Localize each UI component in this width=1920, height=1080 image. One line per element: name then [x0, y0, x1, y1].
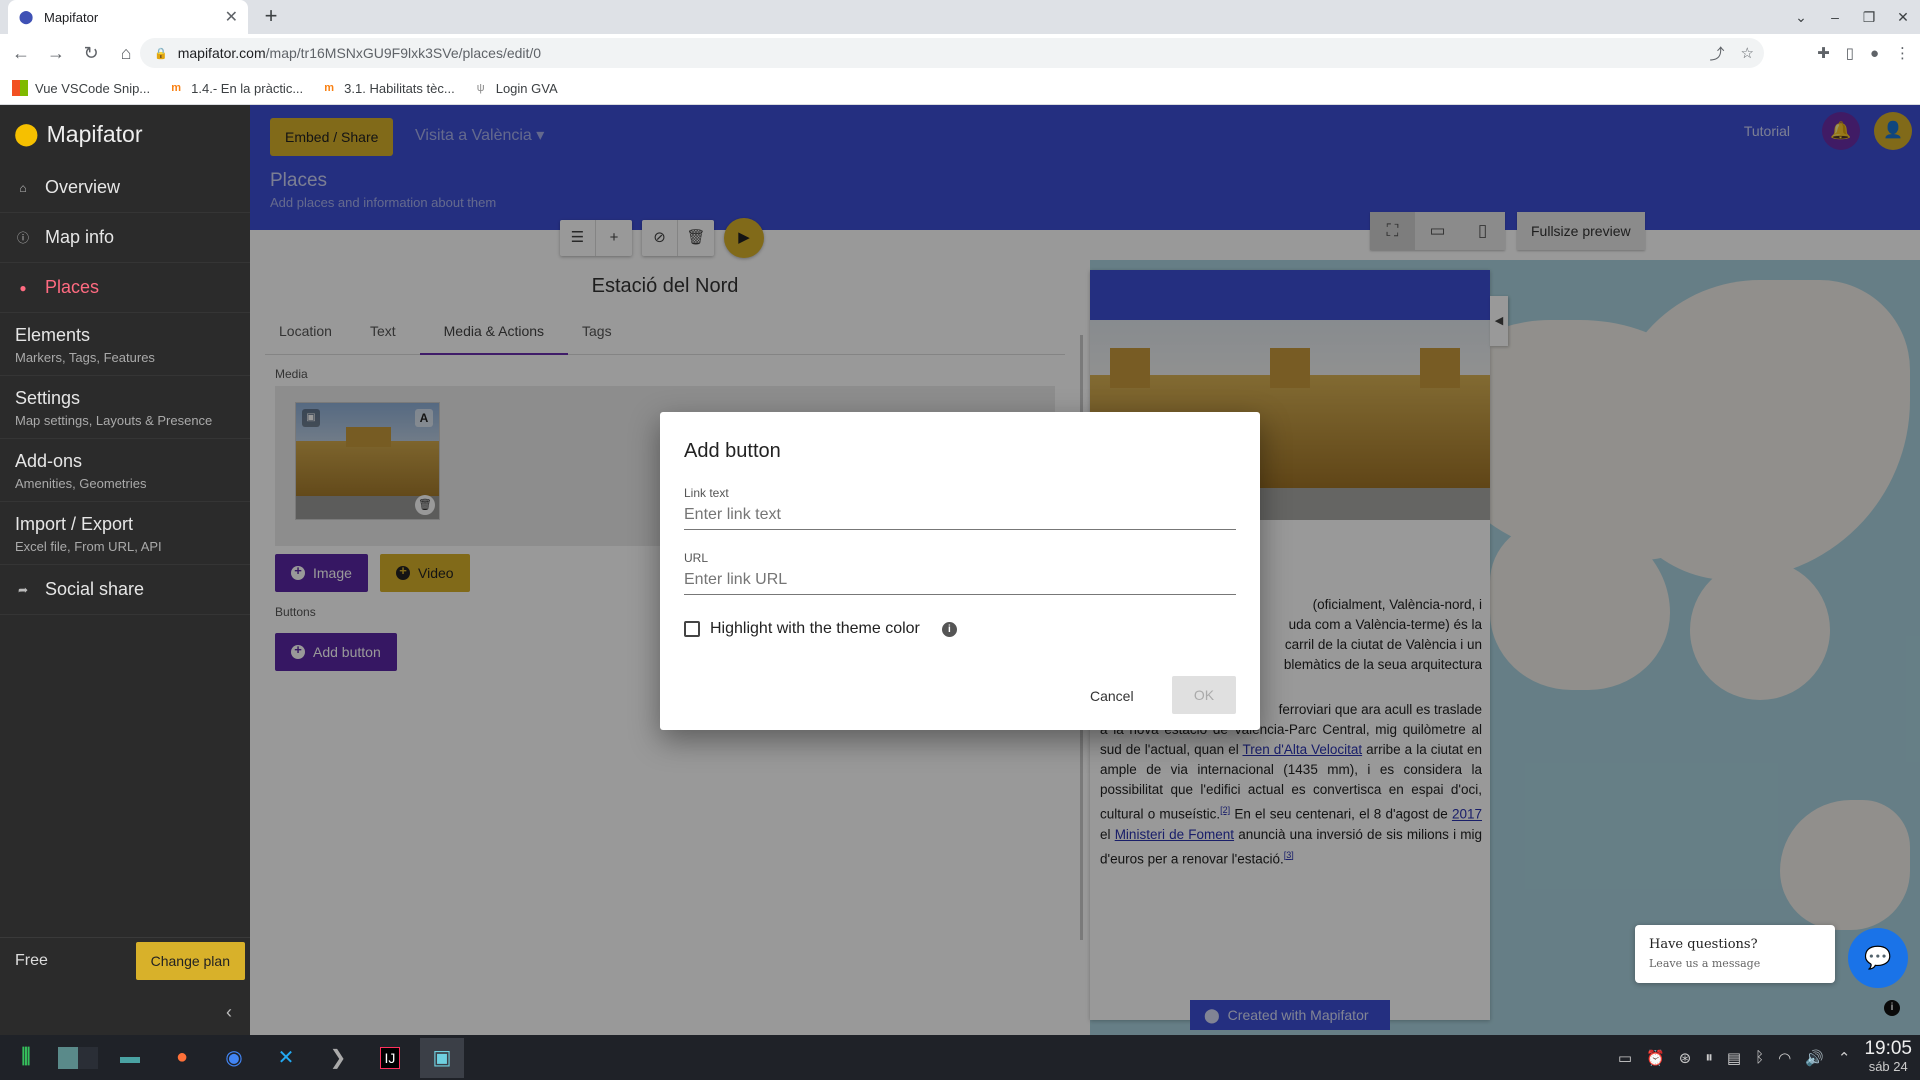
browser-toolbar: ← → ↻ ⌂ 🔒 mapifator.com/map/tr16MSNxGU9F… — [0, 34, 1920, 72]
sidebar-item-social-share[interactable]: ➦ Social share — [0, 565, 250, 615]
map-marker-icon: ● — [19, 280, 27, 295]
home-icon: ⌂ — [19, 180, 27, 195]
cancel-button[interactable]: Cancel — [1090, 688, 1134, 704]
sidebar-item-overview[interactable]: ⌂ Overview — [0, 163, 250, 213]
clipboard-icon[interactable]: ▤ — [1727, 1049, 1741, 1067]
sidebar-item-places[interactable]: ● Places — [0, 263, 250, 313]
bookmarks-bar: Vue VSCode Snip... m 1.4.- En la pràctic… — [0, 72, 1920, 105]
bluetooth-icon[interactable]: ᛒ — [1755, 1049, 1764, 1066]
link-text-field: Link text — [684, 486, 1236, 530]
moodle-icon: m — [324, 82, 335, 94]
address-bar[interactable]: 🔒 mapifator.com/map/tr16MSNxGU9F9lxk3SVe… — [140, 38, 1764, 68]
sidebar-item-elements[interactable]: Elements Markers, Tags, Features — [0, 313, 250, 376]
side-panel-icon[interactable]: ▯ — [1846, 44, 1854, 62]
terminal-icon[interactable]: ❯ — [316, 1038, 360, 1078]
sidebar-item-settings[interactable]: Settings Map settings, Layouts & Presenc… — [0, 376, 250, 439]
tab-search-icon[interactable]: ⌄ — [1784, 0, 1818, 34]
clock[interactable]: 19:05 sáb 24 — [1864, 1039, 1912, 1076]
update-icon[interactable]: ⊛ — [1679, 1049, 1692, 1067]
brand-logo[interactable]: ⬤ Mapifator — [0, 105, 250, 163]
highlight-label[interactable]: Highlight with the theme color — [710, 620, 920, 638]
wifi-icon[interactable]: ◠ — [1778, 1049, 1791, 1067]
extensions-icon[interactable]: ✚ — [1817, 44, 1830, 62]
pause-icon[interactable]: ⏸ — [1705, 1049, 1713, 1066]
alarm-icon[interactable]: ⏰ — [1646, 1049, 1665, 1067]
link-text-input[interactable] — [684, 500, 1236, 530]
workspace-switcher-icon[interactable] — [56, 1038, 100, 1078]
app-sidebar: ⬤ Mapifator ⌂ Overview ⓘ Map info ● Plac… — [0, 105, 250, 1035]
moodle-icon: m — [171, 82, 182, 94]
highlight-checkbox[interactable] — [684, 621, 700, 637]
close-tab-icon[interactable]: ✕ — [225, 7, 238, 27]
home-icon[interactable]: ⌂ — [112, 39, 140, 67]
bookmark-item[interactable]: ψ Login GVA — [473, 80, 558, 96]
minimize-icon[interactable]: – — [1818, 0, 1852, 34]
url-field: URL — [684, 551, 1236, 595]
collapse-sidebar-icon[interactable]: ‹ — [226, 1002, 232, 1023]
link-text-label: Link text — [684, 486, 729, 500]
ok-button[interactable]: OK — [1172, 676, 1236, 714]
info-icon: ⓘ — [16, 231, 29, 245]
os-taskbar: ⫼ ▬ ● ◉ ✕ ❯ IJ ▣ ▭ ⏰ ⊛ ⏸ ▤ ᛒ ◠ 🔊 ⌃ 19:05… — [0, 1035, 1920, 1080]
restore-icon[interactable]: ❐ — [1852, 0, 1886, 34]
window-controls: ⌄ – ❐ ✕ — [1784, 0, 1920, 34]
sidebar-item-map-info[interactable]: ⓘ Map info — [0, 213, 250, 263]
new-tab-icon[interactable]: + — [258, 4, 284, 30]
file-manager-icon[interactable]: ▬ — [108, 1038, 152, 1078]
url-input[interactable] — [684, 565, 1236, 595]
vscode-icon[interactable]: ✕ — [264, 1038, 308, 1078]
info-icon[interactable]: i — [941, 621, 957, 637]
show-desktop-icon[interactable]: ▭ — [1618, 1049, 1632, 1067]
add-button-dialog: Add button Link text URL Highlight with … — [660, 412, 1260, 730]
browser-menu-icon[interactable]: ⋮ — [1895, 44, 1910, 62]
browser-tab[interactable]: ⬤ Mapifator ✕ — [8, 0, 248, 34]
sidebar-item-import-export[interactable]: Import / Export Excel file, From URL, AP… — [0, 502, 250, 565]
mapifator-favicon-icon: ⬤ — [18, 9, 34, 24]
url-text: mapifator.com/map/tr16MSNxGU9F9lxk3SVe/p… — [177, 45, 542, 61]
chat-prompt[interactable]: Have questions? Leave us a message — [1635, 925, 1835, 983]
chat-icon[interactable]: 💬 — [1848, 928, 1908, 988]
tray-expand-icon[interactable]: ⌃ — [1838, 1049, 1851, 1067]
plan-bar: Free Change plan — [0, 937, 250, 983]
bookmark-item[interactable]: Vue VSCode Snip... — [12, 80, 150, 96]
sidebar-item-add-ons[interactable]: Add-ons Amenities, Geometries — [0, 439, 250, 502]
share-arrow-icon: ➦ — [17, 582, 29, 597]
highlight-option: Highlight with the theme color i — [684, 620, 957, 638]
start-menu-icon[interactable]: ⫼ — [4, 1038, 48, 1078]
lock-icon[interactable]: 🔒 — [154, 47, 168, 60]
windows-logo-icon — [12, 80, 28, 96]
reload-icon[interactable]: ↻ — [77, 39, 105, 67]
close-window-icon[interactable]: ✕ — [1886, 0, 1920, 34]
bookmark-item[interactable]: m 1.4.- En la pràctic... — [168, 80, 303, 96]
gva-icon: ψ — [476, 82, 485, 94]
tab-title: Mapifator — [44, 9, 99, 25]
bookmark-star-icon[interactable]: ☆ — [1741, 44, 1754, 62]
map-pin-logo-icon: ⬤ — [14, 121, 39, 146]
plan-label: Free — [15, 951, 48, 969]
system-tray: ▭ ⏰ ⊛ ⏸ ▤ ᛒ ◠ 🔊 ⌃ 19:05 sáb 24 — [1618, 1035, 1912, 1080]
browser-tabstrip: ⬤ Mapifator ✕ + ⌄ – ❐ ✕ — [0, 0, 1920, 34]
firefox-icon[interactable]: ● — [160, 1038, 204, 1078]
share-icon[interactable]: ⤴ — [1710, 43, 1725, 64]
back-icon[interactable]: ← — [7, 39, 35, 67]
url-label: URL — [684, 551, 709, 565]
chrome-icon[interactable]: ◉ — [212, 1038, 256, 1078]
bookmark-item[interactable]: m 3.1. Habilitats tèc... — [321, 80, 454, 96]
dialog-title: Add button — [684, 440, 781, 462]
screenshot-tool-icon[interactable]: ▣ — [420, 1037, 464, 1078]
intellij-icon[interactable]: IJ — [368, 1038, 412, 1078]
forward-icon[interactable]: → — [42, 39, 70, 67]
profile-icon[interactable]: ● — [1870, 45, 1879, 62]
volume-icon[interactable]: 🔊 — [1805, 1049, 1824, 1067]
change-plan-button[interactable]: Change plan — [135, 941, 245, 980]
